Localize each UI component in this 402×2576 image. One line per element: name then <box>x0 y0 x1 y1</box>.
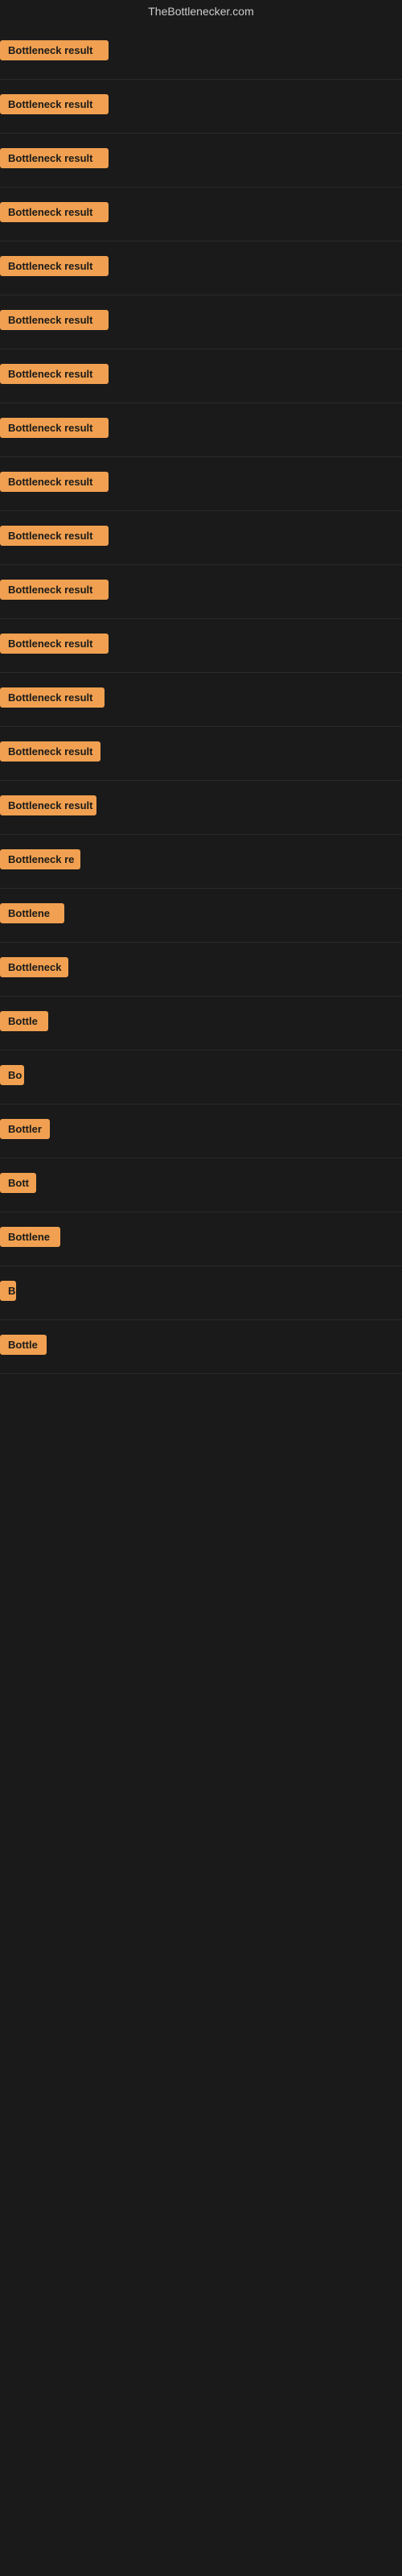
bottleneck-result-button[interactable]: Bottleneck result <box>0 687 105 708</box>
result-row: Bottleneck result <box>0 349 402 403</box>
result-row: Bottler <box>0 1104 402 1158</box>
bottleneck-result-button[interactable]: Bottler <box>0 1119 50 1139</box>
bottleneck-result-button[interactable]: Bottlene <box>0 903 64 923</box>
result-row: Bo <box>0 1051 402 1104</box>
bottleneck-result-button[interactable]: Bottleneck result <box>0 364 109 384</box>
result-row: Bottleneck result <box>0 781 402 835</box>
result-row: Bottlene <box>0 1212 402 1266</box>
site-title: TheBottlenecker.com <box>0 0 402 26</box>
bottleneck-result-button[interactable]: Bottleneck <box>0 957 68 977</box>
result-row: Bottleneck re <box>0 835 402 889</box>
result-row: Bottleneck result <box>0 673 402 727</box>
result-row: Bottleneck result <box>0 295 402 349</box>
result-row: Bottle <box>0 997 402 1051</box>
bottleneck-result-button[interactable]: Bottlene <box>0 1227 60 1247</box>
result-row: Bottleneck result <box>0 619 402 673</box>
result-row: Bottleneck result <box>0 242 402 295</box>
result-row: Bottleneck <box>0 943 402 997</box>
bottleneck-result-button[interactable]: Bottleneck result <box>0 741 100 762</box>
bottleneck-result-button[interactable]: Bo <box>0 1065 24 1085</box>
result-row: Bottleneck result <box>0 403 402 457</box>
result-row: Bottleneck result <box>0 188 402 242</box>
result-row: Bott <box>0 1158 402 1212</box>
bottleneck-result-button[interactable]: Bottleneck result <box>0 795 96 815</box>
bottleneck-result-button[interactable]: Bottleneck re <box>0 849 80 869</box>
bottleneck-result-button[interactable]: Bottleneck result <box>0 148 109 168</box>
bottleneck-result-button[interactable]: Bottle <box>0 1335 47 1355</box>
result-row: Bottleneck result <box>0 457 402 511</box>
bottleneck-result-button[interactable]: Bottleneck result <box>0 256 109 276</box>
bottleneck-result-button[interactable]: B <box>0 1281 16 1301</box>
result-row: Bottleneck result <box>0 80 402 134</box>
bottleneck-result-button[interactable]: Bottleneck result <box>0 310 109 330</box>
bottleneck-result-button[interactable]: Bottleneck result <box>0 634 109 654</box>
bottleneck-result-button[interactable]: Bottle <box>0 1011 48 1031</box>
result-row: Bottle <box>0 1320 402 1374</box>
bottleneck-result-button[interactable]: Bottleneck result <box>0 526 109 546</box>
result-row: Bottleneck result <box>0 26 402 80</box>
result-row: Bottleneck result <box>0 511 402 565</box>
bottleneck-result-button[interactable]: Bottleneck result <box>0 472 109 492</box>
bottleneck-result-button[interactable]: Bottleneck result <box>0 418 109 438</box>
bottleneck-result-button[interactable]: Bott <box>0 1173 36 1193</box>
result-row: Bottlene <box>0 889 402 943</box>
result-row: Bottleneck result <box>0 565 402 619</box>
bottleneck-result-button[interactable]: Bottleneck result <box>0 40 109 60</box>
bottleneck-result-button[interactable]: Bottleneck result <box>0 94 109 114</box>
result-row: Bottleneck result <box>0 134 402 188</box>
bottleneck-result-button[interactable]: Bottleneck result <box>0 580 109 600</box>
result-row: B <box>0 1266 402 1320</box>
result-row: Bottleneck result <box>0 727 402 781</box>
bottleneck-result-button[interactable]: Bottleneck result <box>0 202 109 222</box>
